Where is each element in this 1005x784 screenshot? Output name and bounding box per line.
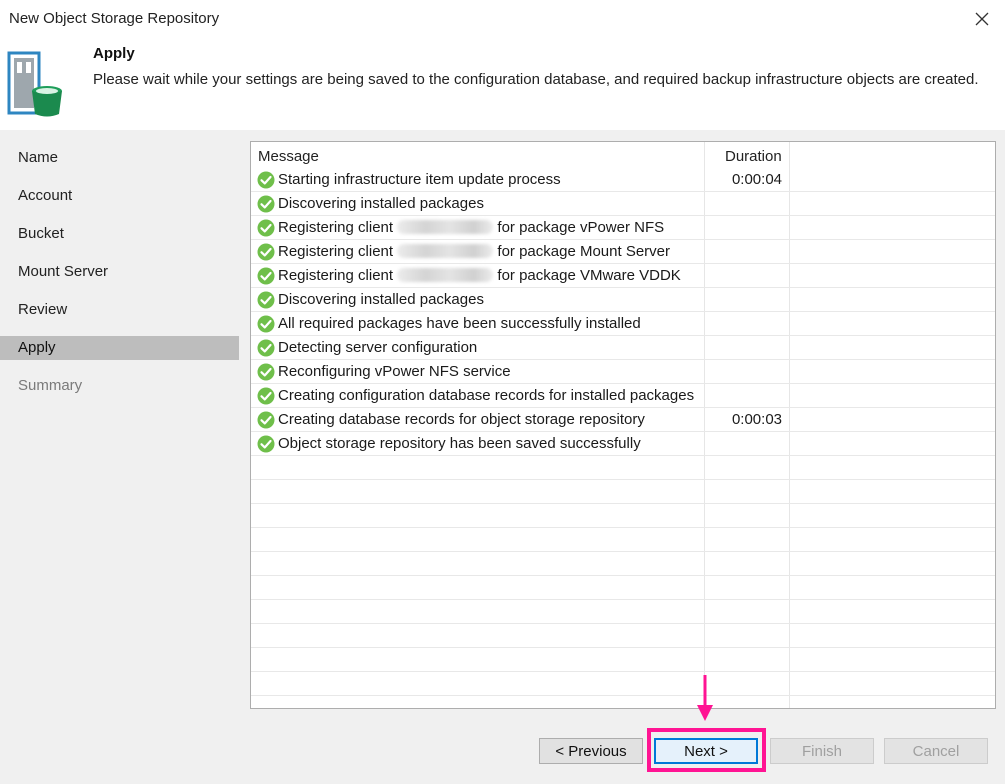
- log-message-text: Object storage repository has been saved…: [278, 435, 641, 452]
- log-message-text: for package Mount Server: [497, 243, 670, 260]
- log-message: Reconfiguring vPower NFS service: [278, 363, 511, 380]
- table-row[interactable]: [251, 480, 995, 504]
- log-message-text: Registering client: [278, 243, 394, 260]
- redacted-hostname: [397, 220, 494, 234]
- check-circle-icon: [257, 339, 275, 357]
- finish-button: Finish: [770, 738, 874, 764]
- check-circle-icon: [257, 363, 275, 381]
- redacted-hostname: [397, 244, 494, 258]
- table-row[interactable]: Starting infrastructure item update proc…: [251, 168, 995, 192]
- object-storage-repository-icon: [7, 51, 62, 117]
- check-circle-icon: [257, 315, 275, 333]
- log-message: Creating configuration database records …: [278, 387, 694, 404]
- step-description: Please wait while your settings are bein…: [93, 71, 979, 88]
- log-message-text: Registering client: [278, 219, 394, 236]
- log-message: Object storage repository has been saved…: [278, 435, 641, 452]
- next-button-highlight: [647, 728, 766, 772]
- check-circle-icon: [257, 171, 275, 189]
- log-message-text: All required packages have been successf…: [278, 315, 641, 332]
- check-circle-icon: [257, 243, 275, 261]
- log-message: Detecting server configuration: [278, 339, 477, 356]
- check-circle-icon: [257, 267, 275, 285]
- log-message-text: Discovering installed packages: [278, 195, 484, 212]
- step-mount-server[interactable]: Mount Server: [0, 260, 239, 284]
- step-title: Apply: [93, 45, 135, 62]
- cancel-button: Cancel: [884, 738, 988, 764]
- title-bar: New Object Storage Repository: [0, 0, 1005, 38]
- step-account[interactable]: Account: [0, 184, 239, 208]
- previous-button[interactable]: < Previous: [539, 738, 643, 764]
- log-duration: 0:00:04: [731, 171, 782, 188]
- check-circle-icon: [257, 291, 275, 309]
- log-message-text: Starting infrastructure item update proc…: [278, 171, 561, 188]
- wizard-steps-sidebar: Name Account Bucket Mount Server Review …: [0, 130, 240, 717]
- log-message: Creating database records for object sto…: [278, 411, 645, 428]
- close-button[interactable]: [969, 6, 995, 32]
- window-title: New Object Storage Repository: [9, 10, 220, 27]
- wizard-footer: < Previous Next > Finish Cancel: [0, 717, 1005, 784]
- table-row[interactable]: Reconfiguring vPower NFS service: [251, 360, 995, 384]
- check-circle-icon: [257, 435, 275, 453]
- table-row[interactable]: Discovering installed packages: [251, 192, 995, 216]
- log-message-text: for package vPower NFS: [497, 219, 665, 236]
- annotation-arrow-icon: [697, 675, 713, 721]
- check-circle-icon: [257, 195, 275, 213]
- table-row[interactable]: Registering client for package Mount Ser…: [251, 240, 995, 264]
- log-message-text: Detecting server configuration: [278, 339, 478, 356]
- table-row[interactable]: [251, 504, 995, 528]
- check-circle-icon: [257, 411, 275, 429]
- log-message: Registering client for package VMware VD…: [278, 267, 681, 284]
- log-message-text: Discovering installed packages: [278, 291, 484, 308]
- log-message-text: Registering client: [278, 267, 394, 284]
- table-row[interactable]: [251, 528, 995, 552]
- redacted-hostname: [397, 268, 494, 282]
- check-circle-icon: [257, 387, 275, 405]
- table-row[interactable]: [251, 624, 995, 648]
- log-message-text: Reconfiguring vPower NFS service: [278, 363, 511, 380]
- log-duration: 0:00:03: [731, 411, 782, 428]
- apply-log-table[interactable]: Message Duration Starting infrastructure…: [250, 141, 996, 709]
- table-row[interactable]: Creating database records for object sto…: [251, 408, 995, 432]
- table-row[interactable]: [251, 672, 995, 696]
- table-row[interactable]: Detecting server configuration: [251, 336, 995, 360]
- log-message: Discovering installed packages: [278, 291, 484, 308]
- column-header-duration[interactable]: Duration: [725, 148, 782, 165]
- log-message: All required packages have been successf…: [278, 315, 641, 332]
- step-review[interactable]: Review: [0, 298, 239, 322]
- log-message: Discovering installed packages: [278, 195, 484, 212]
- column-header-message[interactable]: Message: [258, 148, 319, 165]
- log-message-text: for package VMware VDDK: [497, 267, 681, 284]
- apply-content: Message Duration Starting infrastructure…: [240, 130, 1005, 717]
- table-row[interactable]: [251, 456, 995, 480]
- log-message: Starting infrastructure item update proc…: [278, 171, 561, 188]
- table-row[interactable]: Creating configuration database records …: [251, 384, 995, 408]
- log-message: Registering client for package Mount Ser…: [278, 243, 670, 260]
- log-message-text: Creating database records for object sto…: [278, 411, 645, 428]
- step-apply[interactable]: Apply: [0, 336, 239, 360]
- table-row[interactable]: Object storage repository has been saved…: [251, 432, 995, 456]
- check-circle-icon: [257, 219, 275, 237]
- table-row[interactable]: All required packages have been successf…: [251, 312, 995, 336]
- table-row[interactable]: [251, 648, 995, 672]
- table-row[interactable]: [251, 696, 995, 708]
- wizard-header: Apply Please wait while your settings ar…: [0, 38, 1005, 130]
- close-icon: [975, 12, 989, 26]
- step-summary: Summary: [18, 377, 83, 394]
- table-row[interactable]: Registering client for package vPower NF…: [251, 216, 995, 240]
- table-row[interactable]: [251, 600, 995, 624]
- step-name[interactable]: Name: [0, 146, 239, 170]
- log-message: Registering client for package vPower NF…: [278, 219, 664, 236]
- table-row[interactable]: Registering client for package VMware VD…: [251, 264, 995, 288]
- table-row[interactable]: [251, 576, 995, 600]
- step-bucket[interactable]: Bucket: [0, 222, 239, 246]
- table-row[interactable]: Discovering installed packages: [251, 288, 995, 312]
- log-message-text: Creating configuration database records …: [278, 387, 695, 404]
- table-row[interactable]: [251, 552, 995, 576]
